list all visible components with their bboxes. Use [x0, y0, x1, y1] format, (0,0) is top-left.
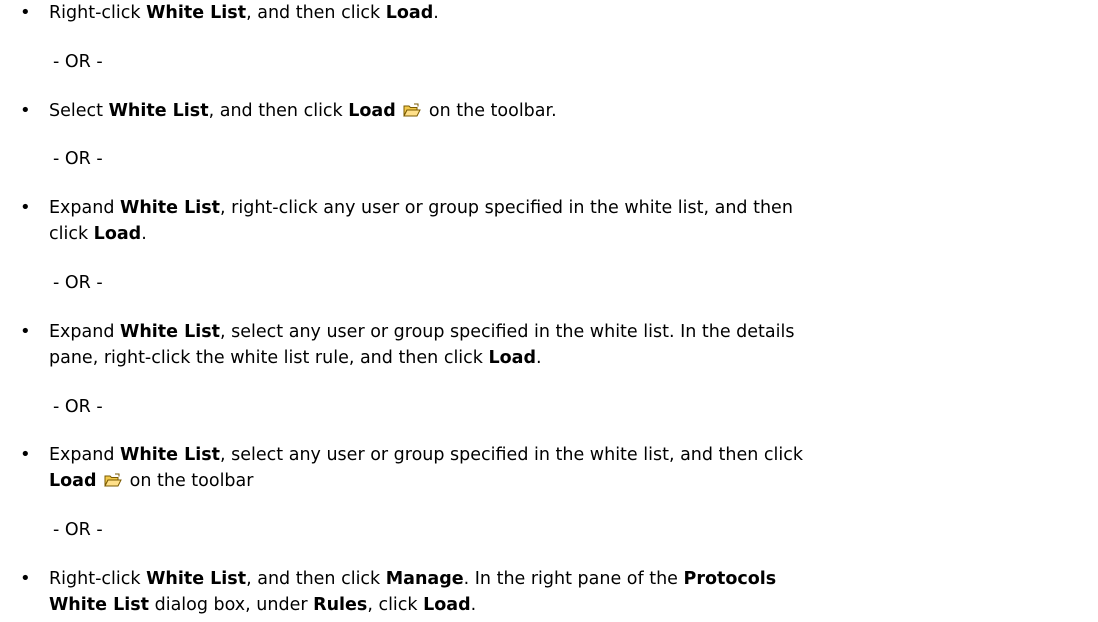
step-text-segment: on the toolbar.: [423, 101, 557, 121]
bullet-icon: •: [20, 444, 31, 465]
or-separator: - OR -: [53, 149, 103, 169]
help-page: • Right-click White List, and then click…: [0, 0, 1098, 622]
open-folder-icon: [403, 103, 422, 117]
ui-term-white-list: White List: [146, 3, 247, 23]
bullet-icon: •: [20, 321, 31, 342]
step-text-segment: Expand: [49, 198, 121, 218]
ui-term-protocols: Protocols: [683, 569, 777, 589]
ui-term-white-list: White List: [108, 101, 209, 121]
step-text-segment: , and then click: [208, 101, 349, 121]
ui-term-white-list: White List: [120, 322, 221, 342]
step-text-segment: , select any user or group specified in …: [220, 445, 804, 465]
step-text-segment: , select any user or group specified in …: [220, 322, 795, 342]
ui-term-rules: Rules: [313, 595, 368, 615]
ui-term-load: Load: [385, 3, 434, 23]
step-text: Expand White List, select any user or gr…: [49, 319, 1069, 371]
step-text: Expand White List, right-click any user …: [49, 195, 1069, 247]
step-text-segment: . In the right pane of the: [463, 569, 684, 589]
or-separator: - OR -: [53, 397, 103, 417]
ui-term-white-list: White List: [120, 198, 221, 218]
step-text-segment: Right-click: [49, 569, 147, 589]
or-separator: - OR -: [53, 52, 103, 72]
step-text-segment: .: [433, 3, 439, 23]
step-text-segment: .: [536, 348, 542, 368]
step-text-segment: Right-click: [49, 3, 147, 23]
ui-term-load: Load: [93, 224, 142, 244]
ui-term-white-list: White List: [49, 595, 150, 615]
ui-term-load: Load: [488, 348, 536, 368]
step-text-segment: , and then click: [246, 3, 386, 23]
bullet-icon: •: [20, 568, 31, 589]
step-text-segment: , right-click any user or group specifie…: [220, 198, 793, 218]
step-text-segment: pane, right-click the white list rule, a…: [49, 348, 489, 368]
step-text-segment: , and then click: [246, 569, 386, 589]
step-text-segment: , click: [367, 595, 424, 615]
step-text: Select White List, and then click Load o…: [49, 98, 1069, 124]
open-folder-icon: [104, 473, 122, 487]
ui-term-load: Load: [423, 595, 471, 615]
step-text-segment: dialog box, under: [149, 595, 314, 615]
step-text-segment: Expand: [49, 445, 121, 465]
ui-term-manage: Manage: [385, 569, 464, 589]
or-separator: - OR -: [53, 273, 103, 293]
ui-term-white-list: White List: [120, 445, 221, 465]
step-text: Right-click White List, and then click M…: [49, 566, 1069, 618]
bullet-icon: •: [20, 197, 31, 218]
step-text-segment: click: [49, 224, 94, 244]
step-text-segment: Expand: [49, 322, 121, 342]
step-text-segment: .: [141, 224, 147, 244]
step-text: Right-click White List, and then click L…: [49, 0, 1069, 26]
bullet-icon: •: [20, 100, 31, 121]
ui-term-white-list: White List: [146, 569, 247, 589]
ui-term-load: Load: [49, 471, 97, 491]
ui-term-load: Load: [348, 101, 396, 121]
or-separator: - OR -: [53, 520, 103, 540]
step-text-segment: .: [470, 595, 477, 615]
step-text: Expand White List, select any user or gr…: [49, 442, 1069, 494]
step-text-segment: on the toolbar: [124, 471, 254, 491]
step-text-segment: Select: [49, 101, 109, 121]
bullet-icon: •: [20, 2, 31, 23]
